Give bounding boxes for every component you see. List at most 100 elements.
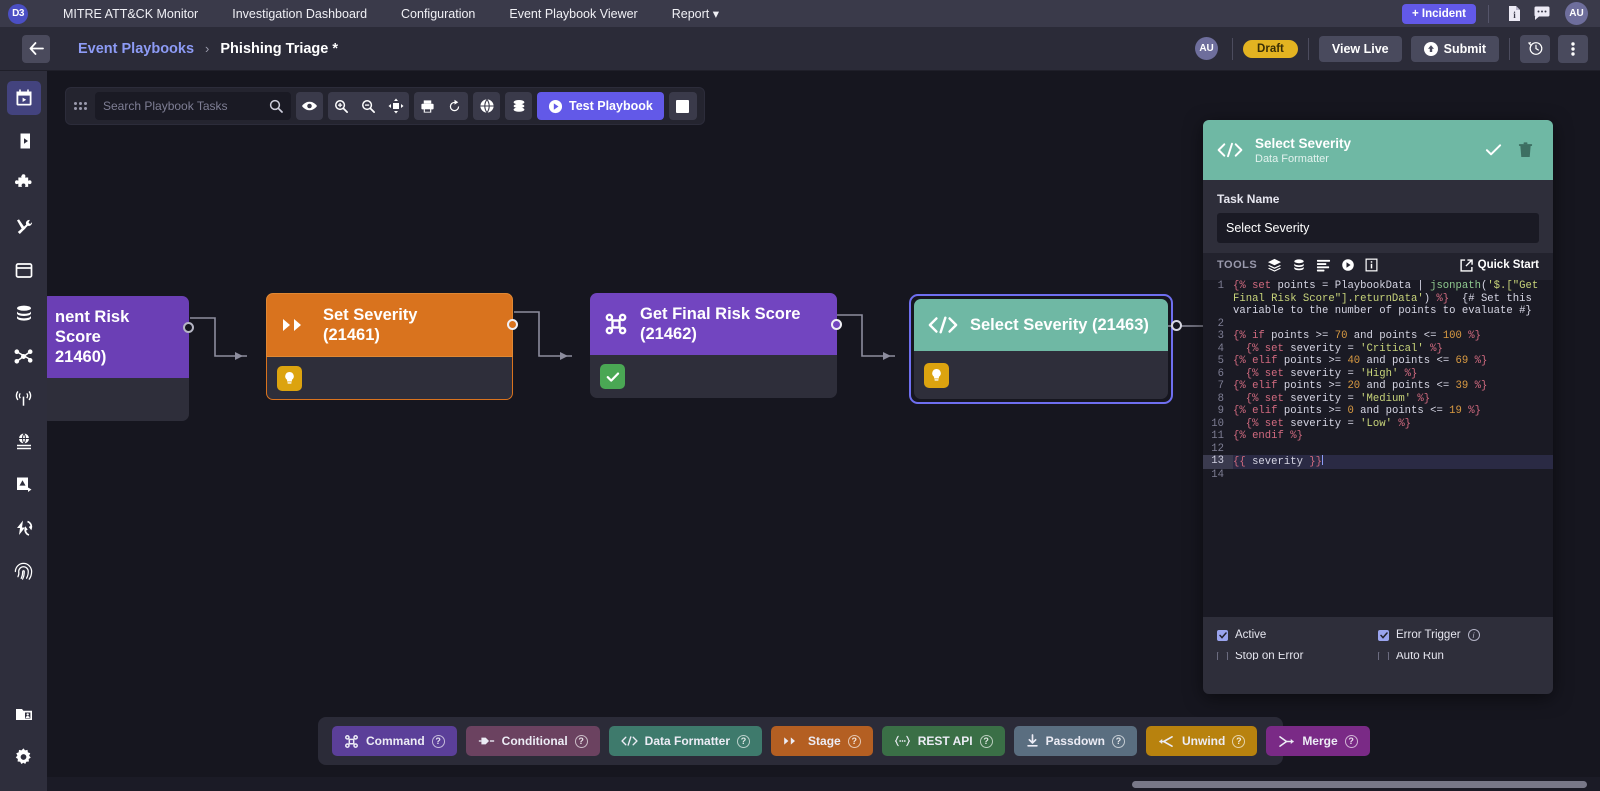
help-icon[interactable]: ? — [847, 734, 861, 748]
nav-item-report[interactable]: Report ▾ — [655, 6, 736, 21]
accept-button[interactable] — [1479, 136, 1507, 164]
code-text[interactable] — [1233, 443, 1553, 456]
playbook-node-21462[interactable]: Get Final Risk Score (21462) — [590, 293, 842, 399]
zoom-out-icon[interactable] — [355, 92, 382, 120]
code-line[interactable]: 2 — [1203, 318, 1553, 331]
nav-item-event-playbook-viewer[interactable]: Event Playbook Viewer — [492, 7, 654, 21]
sidebar-item-lightning-sync[interactable] — [7, 511, 41, 545]
palette-button-stage[interactable]: Stage? — [771, 726, 873, 756]
code-line[interactable]: 10 {% set severity = 'Low' %} — [1203, 418, 1553, 431]
breadcrumb-parent-link[interactable]: Event Playbooks — [78, 41, 194, 57]
code-line[interactable]: 13{{ severity }} — [1203, 455, 1553, 469]
user-avatar[interactable]: AU — [1565, 2, 1588, 25]
nav-item-configuration[interactable]: Configuration — [384, 7, 492, 21]
node-output-port[interactable] — [507, 319, 518, 330]
playbook-owner-avatar[interactable]: AU — [1195, 37, 1219, 60]
palette-button-unwind[interactable]: Unwind? — [1145, 726, 1258, 756]
playbook-canvas[interactable]: Test Playbook nent Risk Score 21460) — [47, 71, 1600, 777]
code-line[interactable]: 3 {% if points >= 70 and points <= 100 %} — [1203, 330, 1553, 343]
code-line[interactable]: 6 {% set severity = 'High' %} — [1203, 368, 1553, 381]
code-text[interactable]: {% endif %} — [1233, 430, 1553, 443]
code-text[interactable]: {% elif points >= 40 and points <= 69 %} — [1233, 355, 1553, 368]
task-name-input[interactable] — [1217, 213, 1539, 243]
code-text[interactable]: {% set severity = 'Critical' %} — [1233, 343, 1553, 356]
active-checkbox-row[interactable]: Active — [1217, 629, 1378, 641]
palette-button-passdown[interactable]: Passdown? — [1013, 726, 1137, 756]
help-icon[interactable]: ? — [431, 734, 445, 748]
refresh-icon[interactable] — [441, 92, 468, 120]
sidebar-item-tools[interactable] — [7, 210, 41, 244]
drag-grip-icon[interactable] — [73, 96, 87, 116]
search-playbook-tasks[interactable] — [95, 92, 291, 120]
playbook-node-21463[interactable]: Select Severity (21463) — [909, 294, 1182, 404]
sidebar-item-folder-user[interactable] — [7, 697, 41, 731]
error-trigger-checkbox-row[interactable]: Error Trigger i — [1378, 629, 1539, 641]
search-input[interactable] — [103, 99, 269, 113]
zoom-in-icon[interactable] — [328, 92, 355, 120]
palette-button-merge[interactable]: Merge? — [1266, 726, 1370, 756]
sidebar-item-broadcast[interactable] — [7, 382, 41, 416]
node-status-chip[interactable] — [924, 362, 949, 388]
playbook-node-21460[interactable]: nent Risk Score 21460) — [47, 296, 194, 422]
sidebar-item-share-nodes[interactable] — [7, 339, 41, 373]
auto-run-checkbox[interactable] — [1378, 652, 1389, 660]
info-icon[interactable]: i — [1467, 629, 1480, 641]
code-line[interactable]: 9 {% elif points >= 0 and points <= 19 %} — [1203, 405, 1553, 418]
code-line[interactable]: 14 — [1203, 469, 1553, 482]
app-logo[interactable]: D3 — [8, 3, 28, 24]
palette-button-data-formatter[interactable]: Data Formatter? — [608, 726, 763, 756]
sidebar-item-database[interactable] — [7, 296, 41, 330]
sidebar-item-calendar-play[interactable] — [6, 81, 41, 115]
view-live-button[interactable]: View Live — [1318, 35, 1402, 62]
code-editor[interactable]: 1 {% set points = PlaybookData | jsonpath… — [1203, 280, 1553, 617]
more-vertical-icon[interactable] — [1558, 34, 1588, 63]
node-header[interactable]: Get Final Risk Score (21462) — [590, 293, 842, 356]
submit-button[interactable]: Submit — [1410, 35, 1499, 62]
auto-run-checkbox-row[interactable]: Auto Run — [1378, 652, 1539, 660]
palette-button-rest-api[interactable]: REST API? — [881, 726, 1005, 756]
code-text[interactable]: {% set severity = 'Low' %} — [1233, 418, 1553, 431]
layers-icon[interactable] — [505, 92, 532, 120]
code-line[interactable]: 1 {% set points = PlaybookData | jsonpath… — [1203, 280, 1553, 318]
help-icon[interactable]: ? — [1111, 734, 1125, 748]
help-icon[interactable]: ? — [574, 734, 588, 748]
code-line[interactable]: 7 {% elif points >= 20 and points <= 39 %… — [1203, 380, 1553, 393]
layers-stack-icon[interactable] — [1267, 258, 1282, 272]
code-line[interactable]: 11 {% endif %} — [1203, 430, 1553, 443]
info-box-icon[interactable] — [1365, 258, 1378, 272]
active-checkbox[interactable] — [1217, 629, 1228, 641]
code-text[interactable]: {{ severity }} — [1233, 455, 1553, 469]
code-text[interactable]: {% elif points >= 0 and points <= 19 %} — [1233, 405, 1553, 418]
globe-icon[interactable] — [473, 92, 500, 120]
back-button[interactable] — [22, 34, 50, 63]
search-icon[interactable] — [269, 99, 283, 113]
node-output-port[interactable] — [183, 322, 194, 333]
node-status-chip[interactable] — [600, 364, 625, 390]
eye-icon[interactable] — [296, 92, 323, 120]
quick-start-button[interactable]: Quick Start — [1460, 258, 1539, 272]
fit-screen-icon[interactable] — [382, 92, 409, 120]
sidebar-item-settings[interactable] — [7, 740, 41, 774]
database-icon[interactable] — [1292, 258, 1306, 272]
print-icon[interactable] — [414, 92, 441, 120]
delete-button[interactable] — [1511, 136, 1539, 164]
code-text[interactable]: {% elif points >= 20 and points <= 39 %} — [1233, 380, 1553, 393]
code-line[interactable]: 5 {% elif points >= 40 and points <= 69 %… — [1203, 355, 1553, 368]
node-header[interactable]: Set Severity (21461) — [266, 293, 518, 358]
help-icon[interactable]: ? — [1344, 734, 1358, 748]
playbook-node-21461[interactable]: Set Severity (21461) — [266, 293, 518, 401]
sidebar-item-book-play[interactable] — [7, 124, 41, 158]
status-badge[interactable]: Draft — [1243, 39, 1298, 58]
palette-button-conditional[interactable]: Conditional? — [465, 726, 600, 756]
code-text[interactable]: {% set severity = 'High' %} — [1233, 368, 1553, 381]
task-properties-panel[interactable]: Select Severity Data Formatter Task Name — [1203, 120, 1553, 694]
sidebar-item-globe-list[interactable] — [7, 425, 41, 459]
canvas-horizontal-scrollbar[interactable] — [47, 777, 1600, 791]
help-icon[interactable]: ? — [737, 734, 751, 748]
node-header[interactable]: nent Risk Score 21460) — [47, 296, 194, 379]
palette-button-command[interactable]: Command? — [332, 726, 457, 756]
stop-on-error-checkbox[interactable] — [1217, 652, 1228, 660]
code-line[interactable]: 8 {% set severity = 'Medium' %} — [1203, 393, 1553, 406]
list-lines-icon[interactable] — [1316, 258, 1331, 272]
add-incident-button[interactable]: + Incident — [1402, 3, 1476, 24]
